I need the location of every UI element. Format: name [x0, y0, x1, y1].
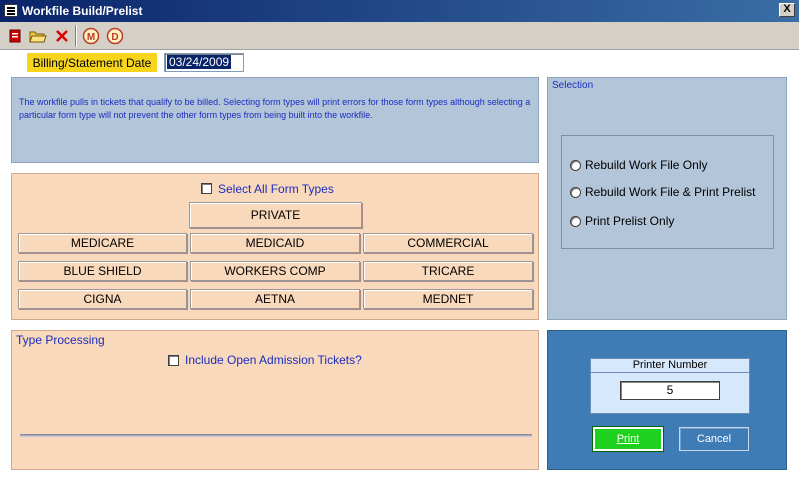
- billing-date-label: Billing/Statement Date: [27, 53, 157, 72]
- window-app-icon: [4, 4, 18, 17]
- type-processing-divider: [20, 434, 532, 437]
- close-button[interactable]: X: [779, 3, 795, 17]
- type-processing-panel: Type Processing Include Open Admission T…: [11, 330, 539, 470]
- option-print-only-label[interactable]: Print Prelist Only: [585, 214, 674, 228]
- radio-rebuild-print[interactable]: [570, 187, 581, 198]
- window-title: Workfile Build/Prelist: [22, 4, 143, 18]
- type-processing-title: Type Processing: [16, 333, 105, 347]
- include-open-admission-checkbox[interactable]: [168, 355, 179, 366]
- selection-options-box: Rebuild Work File Only Rebuild Work File…: [561, 135, 774, 249]
- form-button-aetna[interactable]: AETNA: [190, 289, 360, 309]
- billing-date-value: 03/24/2009: [167, 55, 232, 69]
- form-button-cigna[interactable]: CIGNA: [18, 289, 187, 309]
- form-button-commercial[interactable]: COMMERCIAL: [363, 233, 533, 253]
- form-types-panel: Select All Form Types PRIVATE MEDICARE M…: [11, 173, 539, 320]
- include-open-admission-label[interactable]: Include Open Admission Tickets?: [185, 353, 362, 367]
- svg-text:M: M: [86, 32, 94, 43]
- form-button-tricare[interactable]: TRICARE: [363, 261, 533, 281]
- info-panel: The workfile pulls in tickets that quali…: [11, 77, 539, 163]
- form-button-medicaid[interactable]: MEDICAID: [190, 233, 360, 253]
- selection-panel: Selection Rebuild Work File Only Rebuild…: [547, 77, 787, 320]
- open-folder-icon[interactable]: [27, 25, 48, 46]
- form-button-mednet[interactable]: MEDNET: [363, 289, 533, 309]
- cancel-button[interactable]: Cancel: [679, 427, 749, 451]
- m-circle-icon[interactable]: M: [80, 25, 101, 46]
- billing-date-field[interactable]: 03/24/2009: [164, 53, 244, 72]
- form-button-workers-comp[interactable]: WORKERS COMP: [190, 261, 360, 281]
- radio-print-only[interactable]: [570, 216, 581, 227]
- svg-text:D: D: [111, 32, 118, 43]
- print-button[interactable]: Print: [592, 426, 664, 452]
- form-button-blue-shield[interactable]: BLUE SHIELD: [18, 261, 187, 281]
- printer-panel: Printer Number 5 Print Cancel: [547, 330, 787, 470]
- radio-rebuild-only[interactable]: [570, 160, 581, 171]
- toolbar-separator: [75, 25, 77, 47]
- printer-number-box: Printer Number 5: [590, 358, 750, 414]
- title-bar: Workfile Build/Prelist X: [0, 0, 799, 22]
- d-circle-icon[interactable]: D: [104, 25, 125, 46]
- option-rebuild-only-label[interactable]: Rebuild Work File Only: [585, 158, 707, 172]
- select-all-label[interactable]: Select All Form Types: [218, 182, 334, 196]
- printer-number-title: Printer Number: [591, 359, 749, 373]
- selection-title: Selection: [552, 80, 594, 91]
- select-all-checkbox[interactable]: [201, 183, 212, 194]
- form-button-private[interactable]: PRIVATE: [189, 202, 362, 228]
- option-rebuild-print-label[interactable]: Rebuild Work File & Print Prelist: [585, 185, 756, 199]
- form-button-medicare[interactable]: MEDICARE: [18, 233, 187, 253]
- delete-x-icon[interactable]: [51, 25, 72, 46]
- info-text: The workfile pulls in tickets that quali…: [19, 97, 531, 120]
- printer-number-input[interactable]: 5: [620, 381, 720, 400]
- toolbar: M D: [0, 22, 799, 50]
- stop-record-icon[interactable]: [4, 25, 25, 46]
